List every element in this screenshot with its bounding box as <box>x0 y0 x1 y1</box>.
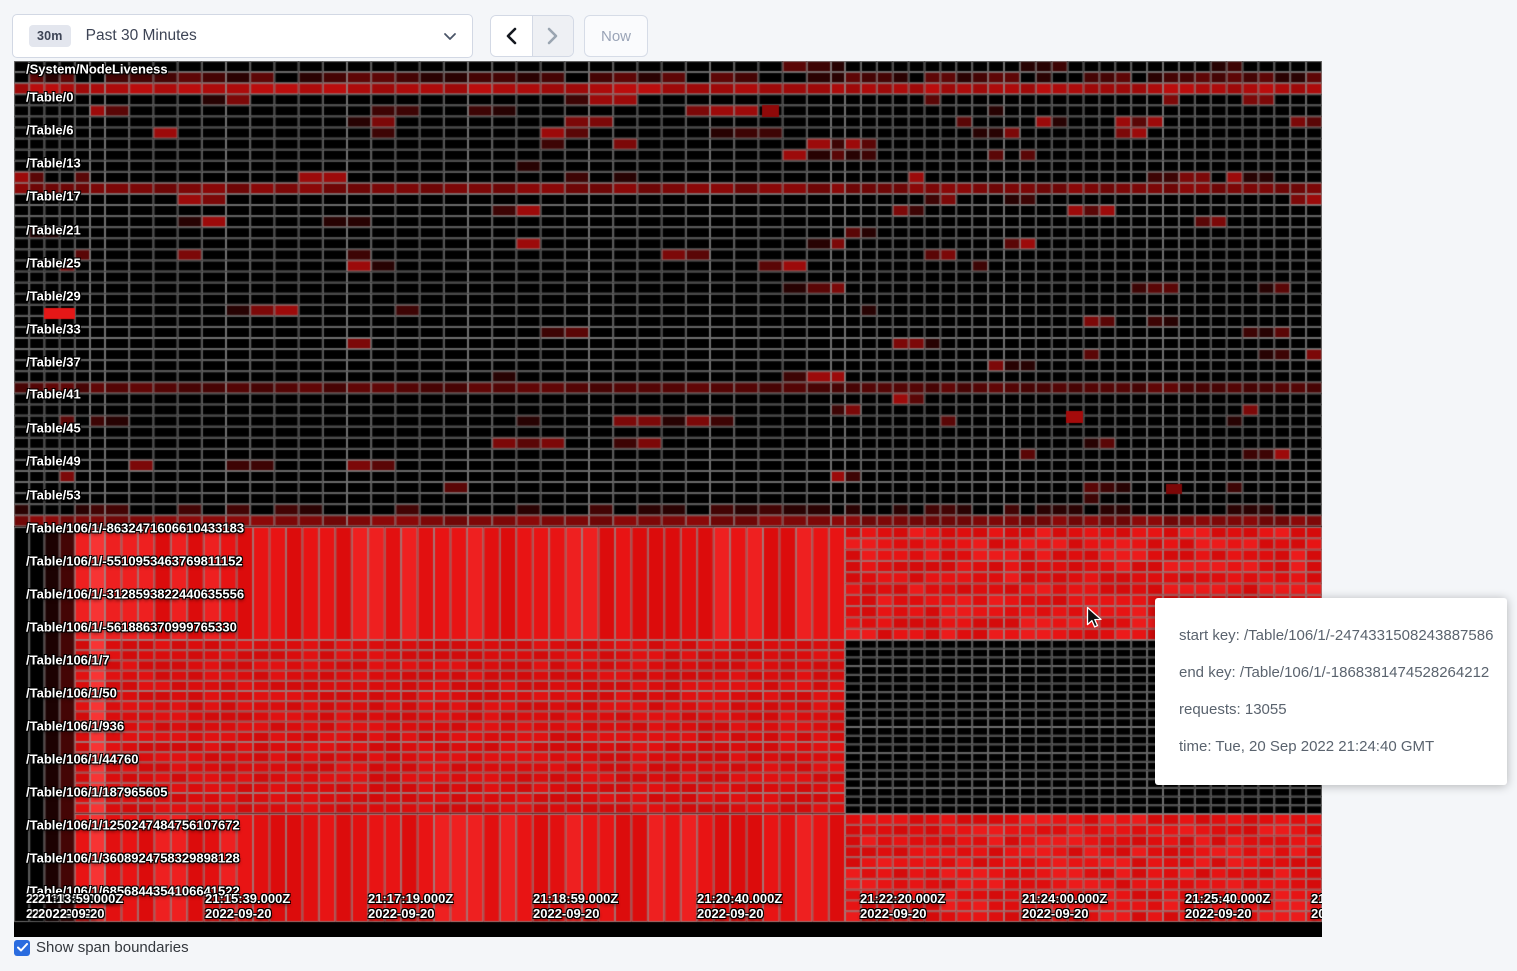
chevron-right-icon <box>546 27 559 45</box>
hover-tooltip: start key: /Table/106/1/-247433150824388… <box>1155 598 1507 785</box>
chevron-down-icon <box>443 31 457 41</box>
checkmark-icon <box>17 943 28 952</box>
tooltip-start-key: start key: /Table/106/1/-247433150824388… <box>1179 626 1483 646</box>
next-window-button[interactable] <box>532 16 574 56</box>
tooltip-requests: requests: 13055 <box>1179 700 1483 720</box>
now-button[interactable]: Now <box>584 15 648 57</box>
key-visualizer: /System/NodeLiveness/Table/0/Table/6/Tab… <box>14 61 1322 937</box>
key-visualizer-page: 30m Past 30 Minutes Now /System/NodeLive… <box>0 0 1517 971</box>
footer: Show span boundaries <box>14 939 189 956</box>
show-span-boundaries-checkbox[interactable] <box>14 940 30 956</box>
time-window-badge: 30m <box>29 25 71 47</box>
show-span-boundaries-label: Show span boundaries <box>36 939 189 956</box>
chevron-left-icon <box>505 27 518 45</box>
time-nav-button-group <box>490 15 574 57</box>
time-window-label: Past 30 Minutes <box>86 27 197 45</box>
tooltip-time: time: Tue, 20 Sep 2022 21:24:40 GMT <box>1179 737 1483 757</box>
key-visualizer-canvas[interactable] <box>14 61 1322 937</box>
toolbar: 30m Past 30 Minutes Now <box>0 0 1517 58</box>
tooltip-end-key: end key: /Table/106/1/-18683814745282642… <box>1179 663 1483 683</box>
previous-window-button[interactable] <box>491 16 532 56</box>
time-window-dropdown[interactable]: 30m Past 30 Minutes <box>12 14 473 58</box>
